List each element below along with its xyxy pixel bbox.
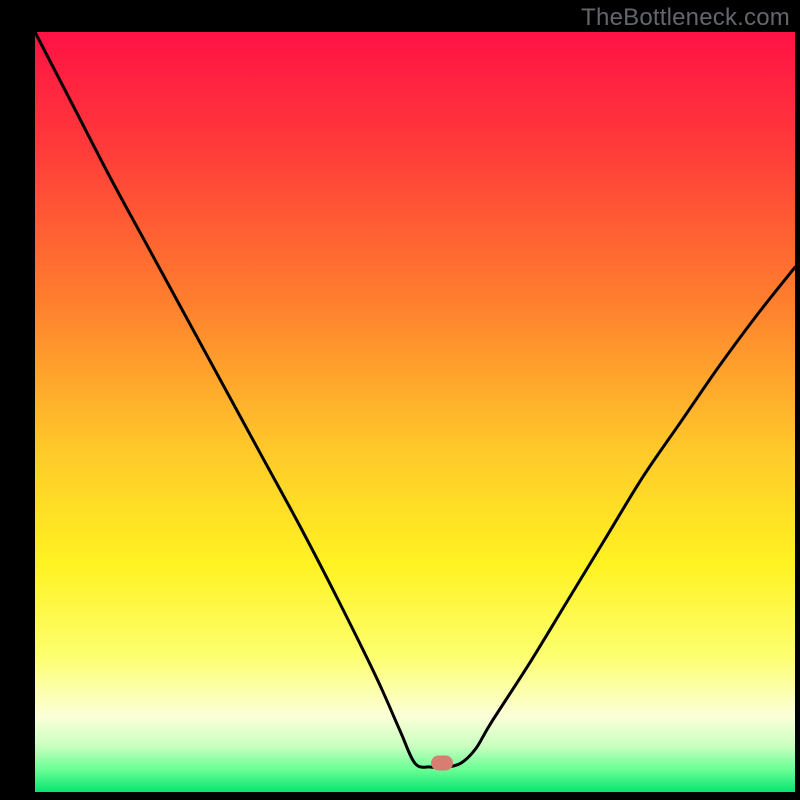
bottleneck-curve [35, 32, 795, 767]
plot-area [35, 32, 795, 767]
curve-layer [35, 32, 795, 767]
bottleneck-marker [431, 756, 453, 771]
watermark-text: TheBottleneck.com [581, 4, 790, 32]
chart-frame: TheBottleneck.com [0, 0, 800, 800]
